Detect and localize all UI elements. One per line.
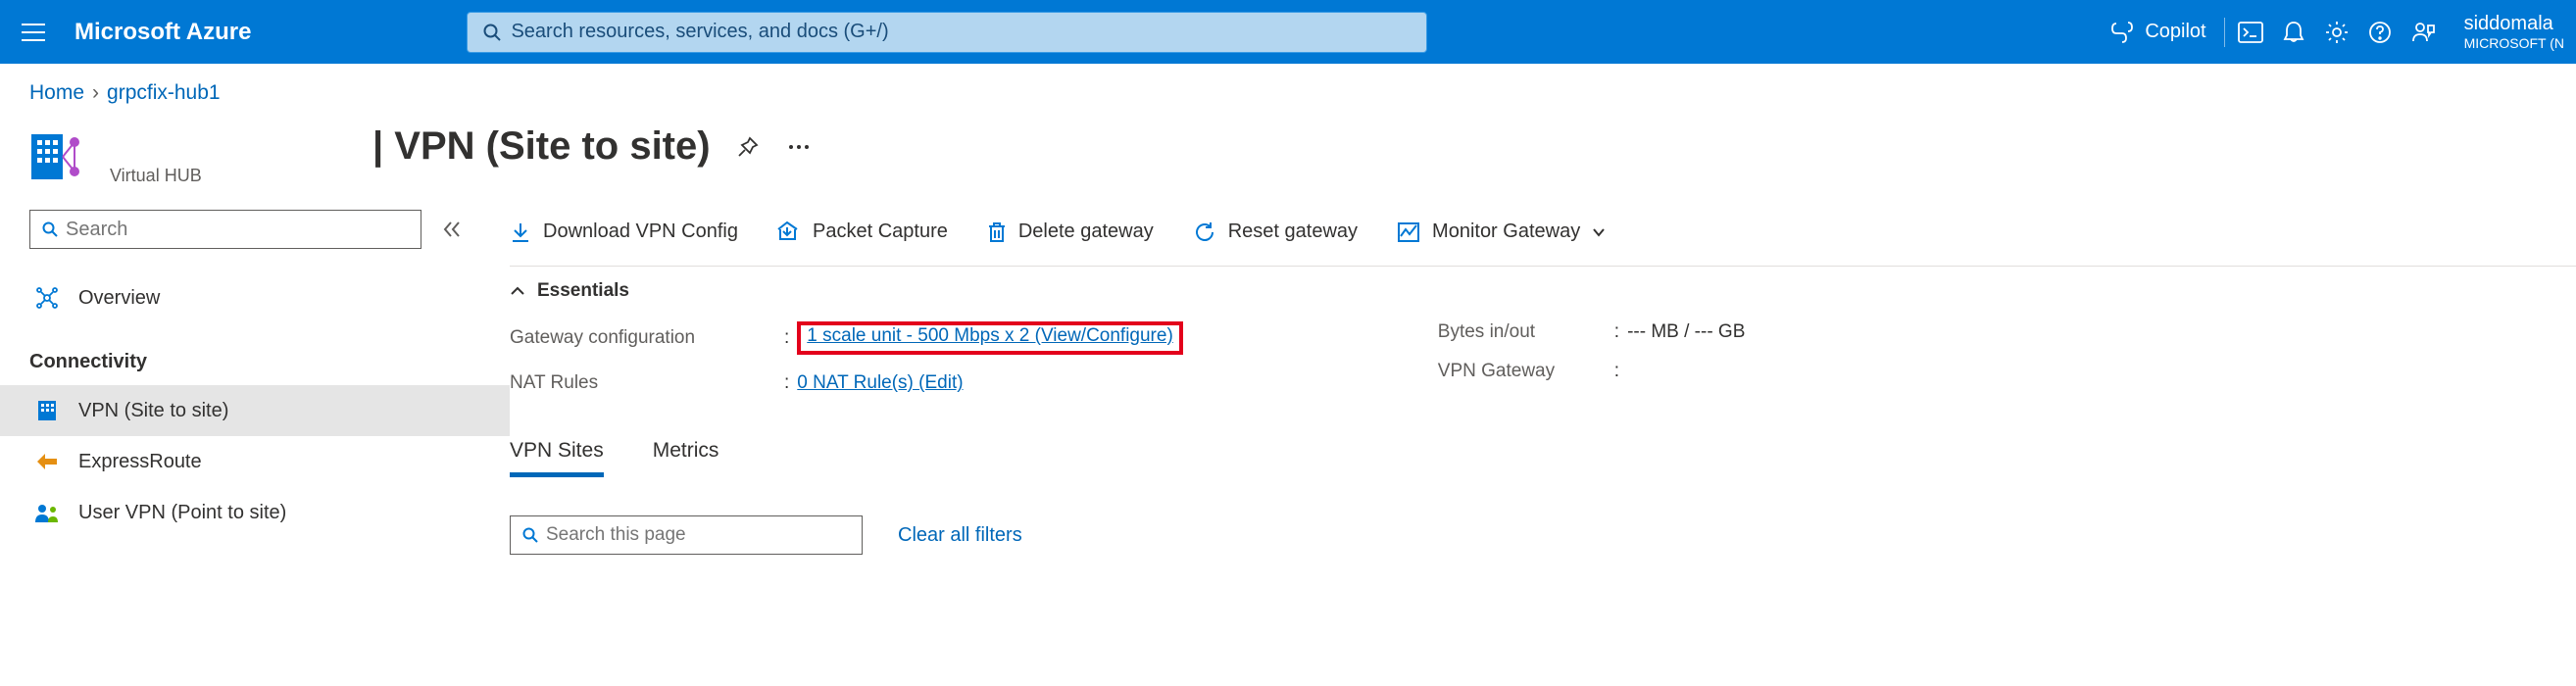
reset-gateway-button[interactable]: Reset gateway	[1193, 220, 1358, 244]
delete-gateway-button[interactable]: Delete gateway	[987, 220, 1154, 243]
sidebar-item-overview[interactable]: Overview	[0, 272, 510, 323]
toolbar-label: Delete gateway	[1018, 220, 1154, 243]
toolbar-label: Monitor Gateway	[1432, 220, 1580, 243]
kv-key-vpn-gateway: VPN Gateway	[1438, 361, 1614, 382]
sidebar-item-label: VPN (Site to site)	[78, 400, 228, 422]
global-search[interactable]	[467, 12, 1427, 53]
breadcrumb-sep: ›	[92, 81, 99, 105]
account-block[interactable]: siddomala MICROSOFT (N	[2464, 13, 2564, 51]
user-vpn-icon	[33, 502, 61, 523]
kv-key-nat-rules: NAT Rules	[510, 372, 784, 394]
sidebar-item-vpn-site-to-site[interactable]: VPN (Site to site)	[0, 385, 510, 436]
tab-vpn-sites[interactable]: VPN Sites	[510, 439, 604, 477]
sidebar-group-connectivity: Connectivity	[29, 351, 480, 373]
tab-metrics[interactable]: Metrics	[653, 439, 719, 477]
hamburger-menu[interactable]	[12, 11, 55, 54]
packet-capture-button[interactable]: Packet Capture	[777, 220, 948, 243]
more-actions-button[interactable]	[787, 143, 811, 151]
toolbar-label: Packet Capture	[813, 220, 948, 243]
essentials-grid: Gateway configuration : 1 scale unit - 5…	[510, 321, 2576, 394]
clear-filters-button[interactable]: Clear all filters	[898, 524, 1022, 547]
overview-icon	[33, 286, 61, 310]
copilot-label: Copilot	[2145, 21, 2205, 43]
sidebar-collapse-button[interactable]	[441, 220, 463, 238]
page-search-input[interactable]	[546, 524, 850, 546]
gateway-config-highlight: 1 scale unit - 500 Mbps x 2 (View/Config…	[797, 321, 1183, 355]
help-button[interactable]	[2358, 11, 2402, 54]
feedback-button[interactable]	[2402, 11, 2445, 54]
content-tabs: VPN Sites Metrics	[510, 439, 2576, 478]
sidebar-item-label: User VPN (Point to site)	[78, 502, 286, 524]
breadcrumb: Home › grpcfix-hub1	[0, 64, 2576, 115]
pin-button[interactable]	[736, 135, 760, 159]
essentials-label: Essentials	[537, 280, 629, 302]
monitor-gateway-button[interactable]: Monitor Gateway	[1397, 220, 1606, 243]
sidebar-item-label: ExpressRoute	[78, 451, 202, 473]
virtual-hub-icon	[29, 128, 86, 185]
kv-val-bytes: --- MB / --- GB	[1627, 321, 1745, 343]
essentials-toggle[interactable]: Essentials	[510, 280, 2576, 302]
breadcrumb-home[interactable]: Home	[29, 81, 84, 105]
settings-button[interactable]	[2315, 11, 2358, 54]
chevron-up-icon	[510, 285, 525, 297]
account-tenant: MICROSOFT (N	[2464, 35, 2564, 51]
notifications-button[interactable]	[2272, 11, 2315, 54]
account-name: siddomala	[2464, 13, 2564, 35]
sidebar-item-label: Overview	[78, 287, 160, 310]
toolbar-label: Download VPN Config	[543, 220, 738, 243]
resource-type-label: Virtual HUB	[110, 166, 202, 186]
sidebar-search[interactable]	[29, 210, 421, 249]
download-vpn-config-button[interactable]: Download VPN Config	[510, 220, 738, 243]
search-icon	[522, 527, 538, 543]
sidebar-item-expressroute[interactable]: ExpressRoute	[0, 436, 510, 487]
global-search-input[interactable]	[511, 21, 1411, 43]
page-search[interactable]	[510, 515, 863, 555]
building-icon	[33, 399, 61, 422]
cloud-shell-button[interactable]	[2229, 11, 2272, 54]
copilot-button[interactable]: Copilot	[2096, 20, 2219, 45]
page-title: | VPN (Site to site)	[372, 124, 711, 169]
command-bar: Download VPN Config Packet Capture Delet…	[510, 198, 2576, 267]
expressroute-icon	[33, 452, 61, 471]
kv-key-gateway-config: Gateway configuration	[510, 327, 784, 349]
topbar-divider	[2224, 18, 2225, 47]
sidebar: Virtual HUB Overview Connectivity	[0, 115, 510, 555]
breadcrumb-current[interactable]: grpcfix-hub1	[107, 81, 221, 105]
sidebar-item-user-vpn[interactable]: User VPN (Point to site)	[0, 487, 510, 538]
azure-topbar: Microsoft Azure Copilot siddomala MICROS…	[0, 0, 2576, 64]
gateway-config-link[interactable]: 1 scale unit - 500 Mbps x 2 (View/Config…	[807, 325, 1173, 346]
kv-key-bytes: Bytes in/out	[1438, 321, 1614, 343]
brand-label[interactable]: Microsoft Azure	[74, 19, 251, 46]
sidebar-search-input[interactable]	[66, 219, 409, 241]
toolbar-label: Reset gateway	[1228, 220, 1358, 243]
chevron-down-icon	[1592, 227, 1606, 237]
content-pane: | VPN (Site to site) Download VPN Config…	[510, 115, 2576, 555]
nat-rules-link[interactable]: 0 NAT Rule(s) (Edit)	[797, 372, 963, 394]
